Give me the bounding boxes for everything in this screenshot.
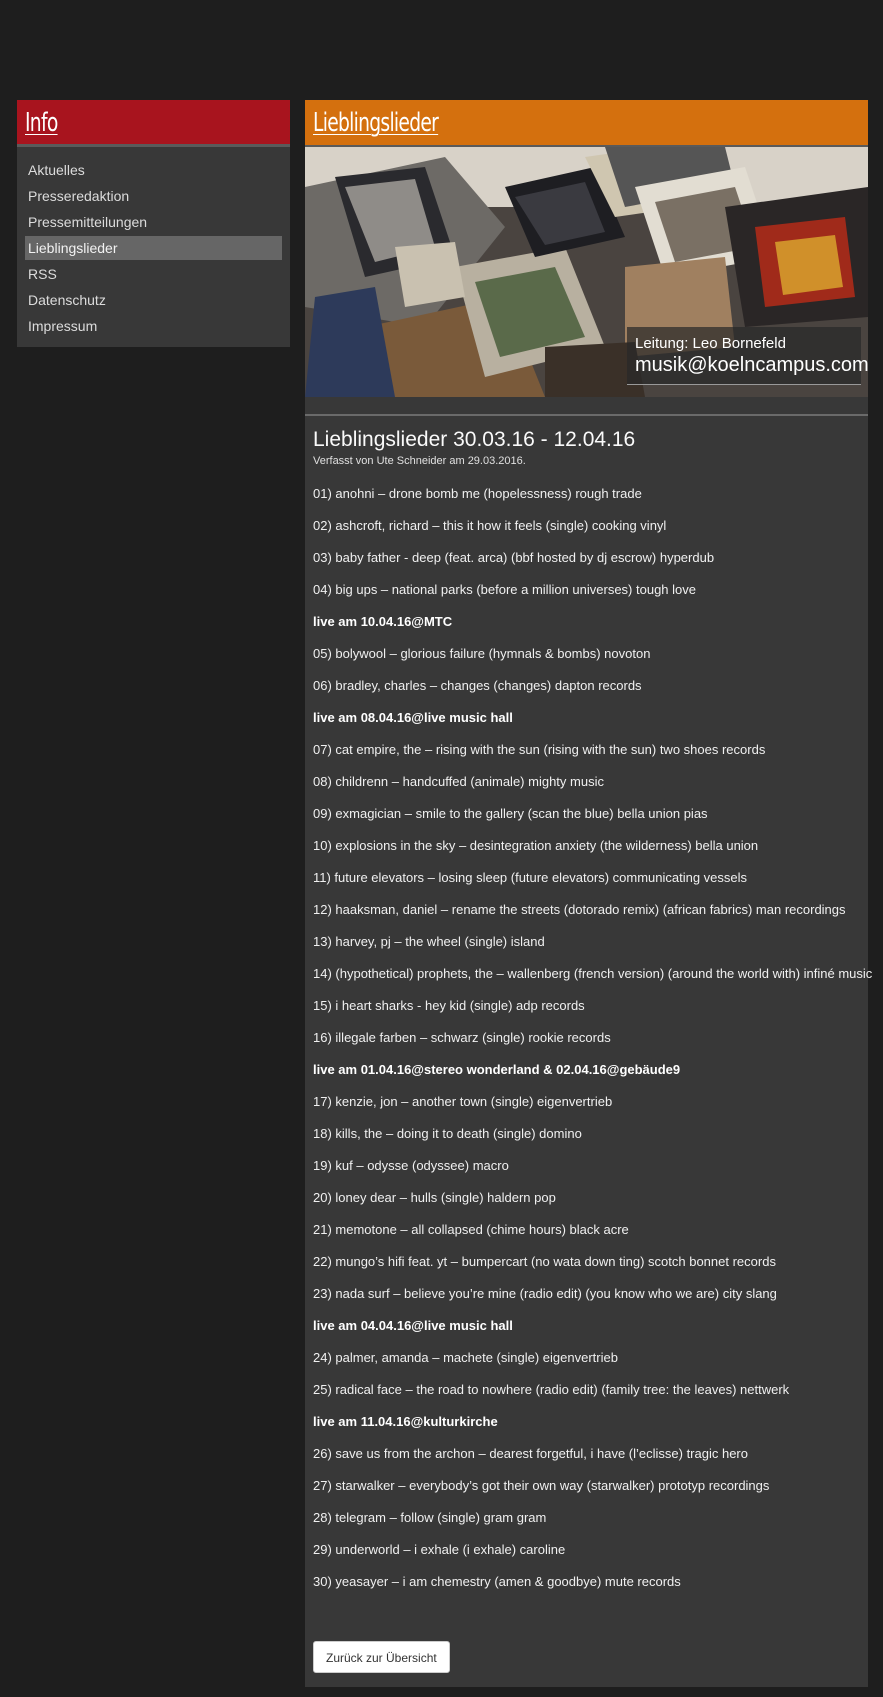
article-byline: Verfasst von Ute Schneider am 29.03.2016… xyxy=(313,455,526,467)
page-title: Lieblingslieder xyxy=(313,108,439,138)
contact-box: Leitung: Leo Bornefeld musik@koelncampus… xyxy=(627,327,868,385)
playlist-entry: 07) cat empire, the – rising with the su… xyxy=(313,742,766,757)
playlist-entry: 03) baby father - deep (feat. arca) (bbf… xyxy=(313,550,715,565)
live-note: live am 04.04.16@live music hall xyxy=(313,1318,513,1333)
playlist-entry: 19) kuf – odysse (odyssee) macro xyxy=(313,1158,509,1173)
playlist: 01) anohni – drone bomb me (hopelessness… xyxy=(313,478,873,1598)
playlist-entry: 28) telegram – follow (single) gram gram xyxy=(313,1510,547,1525)
playlist-entry: 02) ashcroft, richard – this it how it f… xyxy=(313,518,667,533)
playlist-entry: 01) anohni – drone bomb me (hopelessness… xyxy=(313,486,642,501)
live-note: live am 11.04.16@kulturkirche xyxy=(313,1414,498,1429)
playlist-entry: 24) palmer, amanda – machete (single) ei… xyxy=(313,1350,618,1365)
article: Lieblingslieder 30.03.16 - 12.04.16 Verf… xyxy=(305,416,873,1598)
playlist-entry: 20) loney dear – hulls (single) haldern … xyxy=(313,1190,556,1205)
sidebar-title: Info xyxy=(25,108,58,138)
article-title: Lieblingslieder 30.03.16 - 12.04.16 xyxy=(313,428,636,451)
sidebar-item-impressum[interactable]: Impressum xyxy=(25,314,282,338)
live-note: live am 08.04.16@live music hall xyxy=(313,710,513,725)
playlist-entry: 27) starwalker – everybody’s got their o… xyxy=(313,1478,770,1493)
playlist-entry: 15) i heart sharks - hey kid (single) ad… xyxy=(313,998,585,1013)
playlist-entry: 11) future elevators – losing sleep (fut… xyxy=(313,870,748,885)
sidebar: Info Aktuelles Presseredaktion Pressemit… xyxy=(17,100,290,347)
live-note: live am 10.04.16@MTC xyxy=(313,614,453,629)
leader-text: Leitung: Leo Bornefeld xyxy=(635,335,786,352)
playlist-entry: 23) nada surf – believe you’re mine (rad… xyxy=(313,1286,777,1301)
live-note: live am 01.04.16@stereo wonderland & 02.… xyxy=(313,1062,681,1077)
main-header: Lieblingslieder xyxy=(305,100,868,147)
sidebar-header: Info xyxy=(17,100,290,147)
playlist-entry: 12) haaksman, daniel – rename the street… xyxy=(313,902,846,917)
playlist-entry: 18) kills, the – doing it to death (sing… xyxy=(313,1126,582,1141)
hero-image: Leitung: Leo Bornefeld musik@koelncampus… xyxy=(305,147,868,397)
playlist-entry: 17) kenzie, jon – another town (single) … xyxy=(313,1094,613,1109)
playlist-entry: 21) memotone – all collapsed (chime hour… xyxy=(313,1222,629,1237)
sidebar-item-aktuelles[interactable]: Aktuelles xyxy=(25,158,282,182)
playlist-entry: 30) yeasayer – i am chemestry (amen & go… xyxy=(313,1574,681,1589)
playlist-entry: 25) radical face – the road to nowhere (… xyxy=(313,1382,790,1397)
back-to-overview-button[interactable]: Zurück zur Übersicht xyxy=(313,1641,450,1673)
playlist-entry: 04) big ups – national parks (before a m… xyxy=(313,582,696,597)
sidebar-item-rss[interactable]: RSS xyxy=(25,262,282,286)
playlist-entry: 09) exmagician – smile to the gallery (s… xyxy=(313,806,708,821)
sidebar-item-datenschutz[interactable]: Datenschutz xyxy=(25,288,282,312)
sidebar-item-lieblingslieder[interactable]: Lieblingslieder xyxy=(25,236,282,260)
playlist-entry: 26) save us from the archon – dearest fo… xyxy=(313,1446,748,1461)
playlist-entry: 22) mungo’s hifi feat. yt – bumpercart (… xyxy=(313,1254,776,1269)
email-link[interactable]: musik@koelncampus.com xyxy=(635,353,868,377)
playlist-entry: 08) childrenn – handcuffed (animale) mig… xyxy=(313,774,604,789)
playlist-entry: 05) bolywool – glorious failure (hymnals… xyxy=(313,646,651,661)
sidebar-nav: Aktuelles Presseredaktion Pressemitteilu… xyxy=(17,147,290,338)
playlist-entry: 13) harvey, pj – the wheel (single) isla… xyxy=(313,934,545,949)
playlist-entry: 16) illegale farben – schwarz (single) r… xyxy=(313,1030,611,1045)
playlist-entry: 29) underworld – i exhale (i exhale) car… xyxy=(313,1542,566,1557)
playlist-entry: 06) bradley, charles – changes (changes)… xyxy=(313,678,642,693)
main-content: Lieblingslieder Leitung: Leo Bornefeld m… xyxy=(305,100,873,1687)
playlist-entry: 10) explosions in the sky – desintegrati… xyxy=(313,838,759,853)
playlist-entry: 14) (hypothetical) prophets, the – walle… xyxy=(313,966,873,981)
sidebar-item-pressemitteilungen[interactable]: Pressemitteilungen xyxy=(25,210,282,234)
sidebar-item-presseredaktion[interactable]: Presseredaktion xyxy=(25,184,282,208)
